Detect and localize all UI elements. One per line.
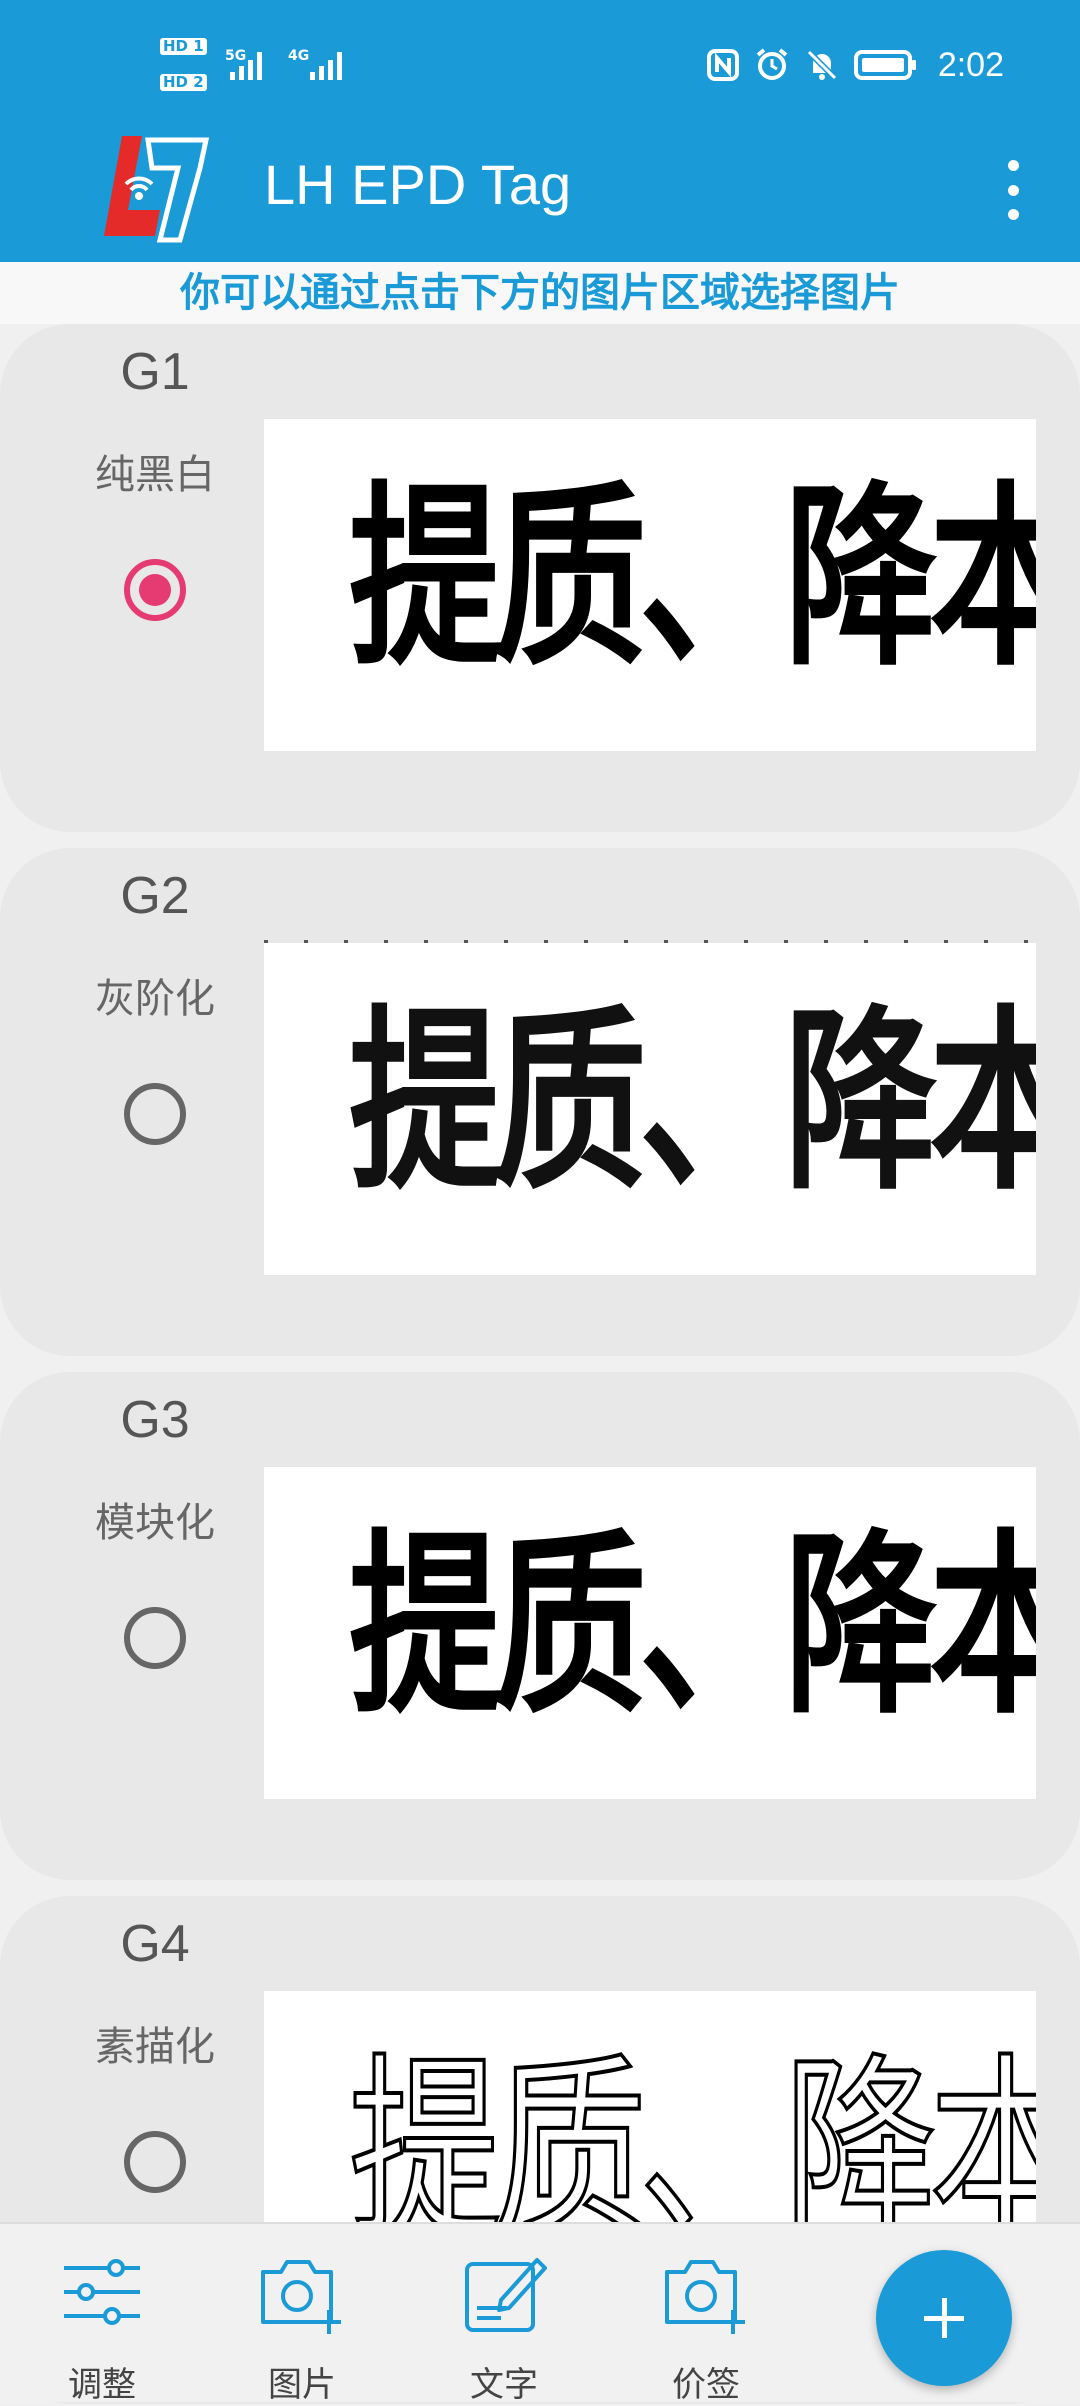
overflow-menu-button[interactable] bbox=[998, 160, 1028, 220]
net-type-2: 4G bbox=[288, 48, 310, 64]
option-card-g3[interactable]: G3 模块化 提质、降本、增效 bbox=[0, 1372, 1080, 1880]
signal-icon-1 bbox=[230, 50, 262, 80]
image-preview-g3[interactable]: 提质、降本、增效 bbox=[264, 1467, 1036, 1799]
option-radio-g1[interactable] bbox=[124, 559, 186, 621]
nav-image[interactable]: 图片 bbox=[202, 2224, 402, 2405]
nfc-icon bbox=[706, 49, 739, 81]
nav-label: 调整 bbox=[68, 2365, 136, 2405]
camera-add-icon bbox=[665, 2260, 745, 2334]
nav-price-tag[interactable]: 价签 bbox=[606, 2224, 806, 2405]
preview-text: 提质、降本、增效 bbox=[348, 989, 1036, 1217]
app-bar: HD 1 HD 2 5G 4G 2:02 LH EPD Tag bbox=[0, 0, 1080, 262]
preview-text: 提质、降本、增效 bbox=[348, 1513, 1036, 1741]
option-card-g2[interactable]: G2 灰阶化 提质、降本、增效 bbox=[0, 848, 1080, 1356]
sliders-icon bbox=[64, 2259, 140, 2325]
option-title: G1 bbox=[120, 343, 190, 401]
sim2-indicator: HD 2 bbox=[160, 74, 211, 91]
option-radio-g4[interactable] bbox=[124, 2131, 186, 2193]
preview-text: 提质、降本、增效 bbox=[348, 465, 1036, 693]
edit-note-icon bbox=[465, 2258, 547, 2332]
option-title: G3 bbox=[120, 1391, 190, 1449]
status-bar-left: HD 1 HD 2 5G 4G bbox=[160, 38, 360, 98]
signal-icon-2 bbox=[310, 50, 342, 80]
option-radio-g2[interactable] bbox=[124, 1083, 186, 1145]
mute-icon bbox=[806, 49, 837, 81]
alarm-icon bbox=[756, 48, 788, 80]
option-title: G2 bbox=[120, 867, 190, 925]
add-fab-button[interactable] bbox=[876, 2250, 1012, 2386]
clock: 2:02 bbox=[937, 45, 1004, 84]
camera-add-icon bbox=[261, 2260, 341, 2334]
instruction-hint: 你可以通过点击下方的图片区域选择图片 bbox=[0, 262, 1080, 324]
nav-label: 图片 bbox=[268, 2365, 336, 2405]
nav-adjust[interactable]: 调整 bbox=[2, 2224, 202, 2405]
option-title: G4 bbox=[120, 1915, 190, 1973]
nav-text[interactable]: 文字 bbox=[404, 2224, 604, 2405]
battery-icon bbox=[853, 50, 916, 80]
sim1-indicator: HD 1 bbox=[160, 38, 211, 55]
nav-label: 价签 bbox=[672, 2365, 740, 2405]
image-preview-g1[interactable]: 提质、降本、增效 bbox=[264, 419, 1036, 751]
app-title: LH EPD Tag bbox=[264, 153, 572, 216]
image-preview-g2[interactable]: 提质、降本、增效 bbox=[264, 943, 1036, 1275]
option-card-g1[interactable]: G1 纯黑白 提质、降本、增效 bbox=[0, 324, 1080, 832]
nav-label: 文字 bbox=[470, 2365, 538, 2405]
app-logo bbox=[104, 136, 210, 243]
option-radio-g3[interactable] bbox=[124, 1607, 186, 1669]
status-bar-right: 2:02 bbox=[706, 40, 1080, 90]
